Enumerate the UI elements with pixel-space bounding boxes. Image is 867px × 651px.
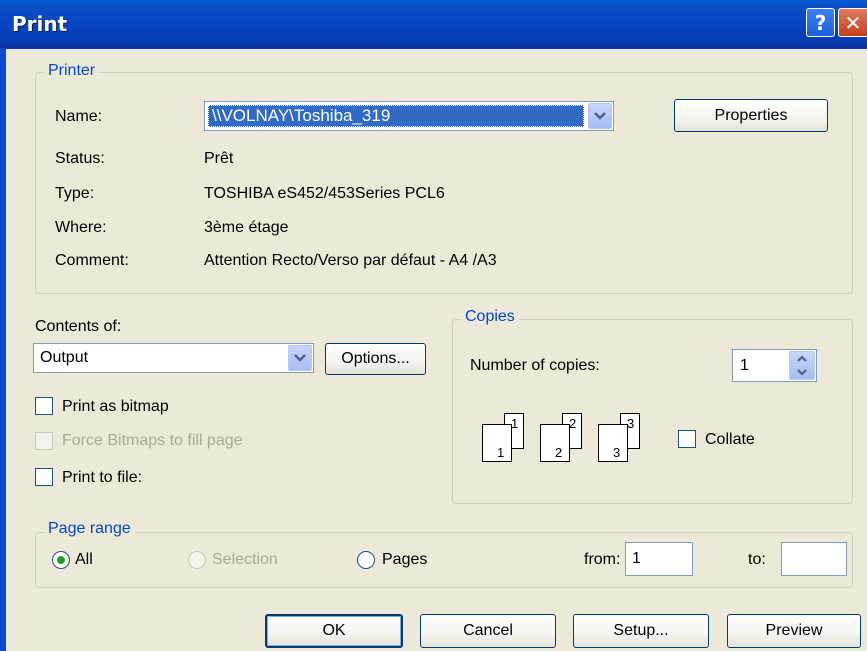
number-of-copies-input[interactable]: 1 <box>732 349 817 382</box>
number-of-copies-value: 1 <box>740 357 749 374</box>
window-title: Print <box>12 12 68 36</box>
print-to-file-label[interactable]: Print to file: <box>62 469 142 487</box>
range-selection-radio <box>188 551 206 569</box>
title-bar[interactable]: Print ? ✕ <box>0 0 867 49</box>
page-range-group <box>35 532 853 588</box>
where-value: 3ème étage <box>204 219 289 236</box>
ok-button-label: OK <box>322 622 346 639</box>
from-input[interactable]: 1 <box>625 542 693 576</box>
range-all-radio[interactable] <box>52 551 70 569</box>
printer-name-text: \\VOLNAY\Toshiba_319 <box>212 106 391 125</box>
collate-label[interactable]: Collate <box>705 431 755 449</box>
collate-page-front-3: 3 <box>598 424 628 462</box>
printer-name-value: \\VOLNAY\Toshiba_319 <box>208 105 584 127</box>
type-label: Type: <box>55 185 95 202</box>
collate-checkbox[interactable] <box>678 430 696 448</box>
setup-button-label: Setup... <box>613 622 669 639</box>
close-icon[interactable]: ✕ <box>838 8 867 37</box>
properties-button[interactable]: Properties <box>674 99 828 132</box>
collate-page-front-2: 2 <box>540 424 570 462</box>
status-label: Status: <box>55 150 105 167</box>
comment-label: Comment: <box>55 252 129 269</box>
to-label: to: <box>748 551 766 568</box>
setup-button[interactable]: Setup... <box>573 614 709 648</box>
page-range-group-title: Page range <box>44 520 135 538</box>
preview-button-label: Preview <box>765 622 823 639</box>
where-label: Where: <box>55 219 107 236</box>
print-as-bitmap-label[interactable]: Print as bitmap <box>62 398 169 416</box>
to-input[interactable] <box>781 542 847 576</box>
properties-button-label: Properties <box>714 106 788 124</box>
window-frame-left <box>0 48 6 651</box>
from-value: 1 <box>632 550 641 567</box>
chevron-down-icon[interactable] <box>288 345 312 371</box>
contents-of-value: Output <box>40 349 89 366</box>
collate-page-front-3-num: 3 <box>613 445 621 460</box>
cancel-button[interactable]: Cancel <box>420 614 556 648</box>
range-all-label[interactable]: All <box>75 551 93 569</box>
print-to-file-checkbox[interactable] <box>35 468 53 486</box>
contents-of-label: Contents of: <box>35 318 122 335</box>
printer-name-label: Name: <box>55 108 103 125</box>
printer-group-title: Printer <box>44 62 100 80</box>
spinner-down-icon[interactable] <box>790 366 814 379</box>
contents-of-select[interactable]: Output <box>33 343 314 373</box>
help-icon[interactable]: ? <box>806 8 835 37</box>
copies-spinner[interactable] <box>789 351 815 380</box>
range-pages-radio[interactable] <box>357 551 375 569</box>
chevron-down-icon[interactable] <box>588 103 612 129</box>
spinner-up-icon[interactable] <box>790 352 814 365</box>
collate-page-back-3-num: 3 <box>627 416 635 431</box>
range-selection-label: Selection <box>212 551 278 568</box>
type-value: TOSHIBA eS452/453Series PCL6 <box>204 185 445 202</box>
from-label: from: <box>584 551 621 568</box>
cancel-button-label: Cancel <box>463 622 513 639</box>
range-pages-label[interactable]: Pages <box>382 551 427 569</box>
collate-page-back-2-num: 2 <box>569 416 577 431</box>
collate-page-front-2-num: 2 <box>555 445 563 460</box>
collate-page-front-1: 1 <box>482 424 512 462</box>
radio-selected-dot <box>57 556 65 564</box>
collate-illustration: 1 1 2 2 3 3 <box>482 410 662 466</box>
printer-name-select[interactable]: \\VOLNAY\Toshiba_319 <box>204 101 614 131</box>
options-button-label: Options... <box>341 350 410 367</box>
options-button[interactable]: Options... <box>325 343 426 375</box>
copies-group-title: Copies <box>461 308 519 326</box>
ok-button[interactable]: OK <box>265 614 403 648</box>
number-of-copies-label: Number of copies: <box>470 357 600 374</box>
print-as-bitmap-checkbox[interactable] <box>35 397 53 415</box>
status-value: Prêt <box>204 150 234 167</box>
collate-page-back-1-num: 1 <box>511 416 519 431</box>
force-bitmaps-checkbox <box>35 432 53 450</box>
comment-value: Attention Recto/Verso par défaut - A4 /A… <box>204 252 497 269</box>
preview-button[interactable]: Preview <box>727 614 861 648</box>
force-bitmaps-label: Force Bitmaps to fill page <box>62 432 243 449</box>
collate-page-front-1-num: 1 <box>497 445 505 460</box>
